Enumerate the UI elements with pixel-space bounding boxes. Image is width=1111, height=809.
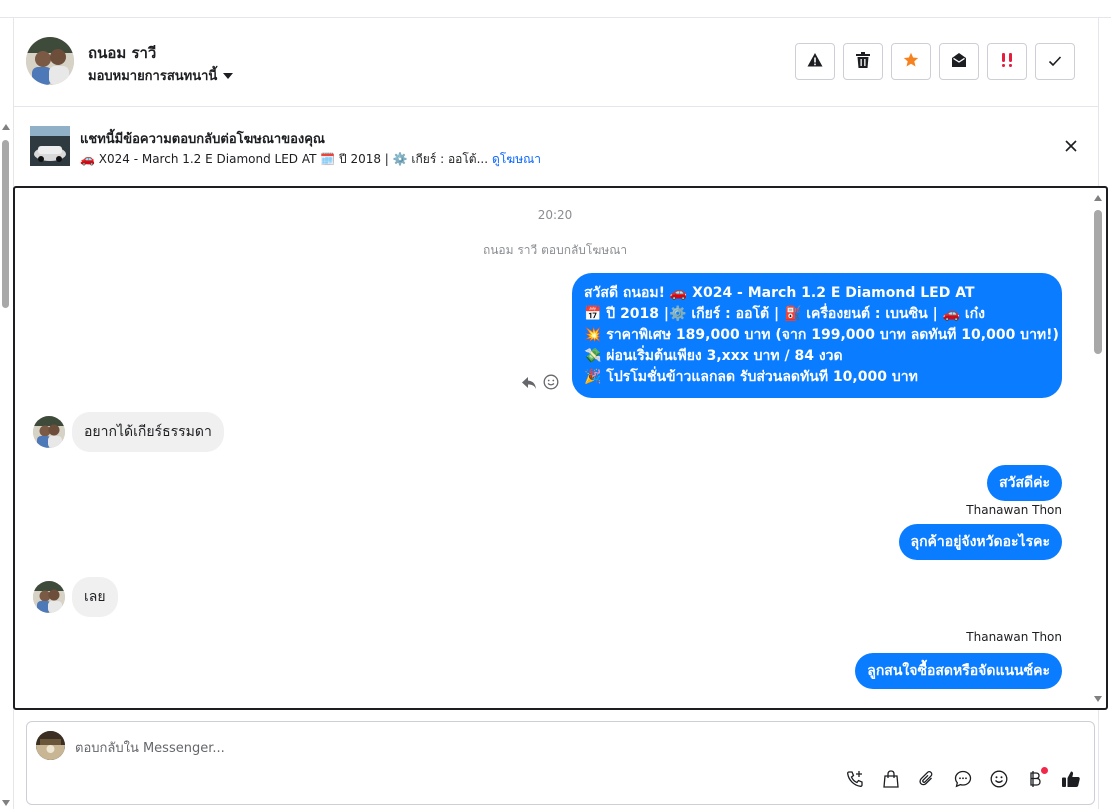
emoji-icon <box>990 770 1008 792</box>
reply-input[interactable]: ตอบกลับใน Messenger... <box>75 737 225 758</box>
baht-icon <box>1028 770 1042 792</box>
contact-avatar-small[interactable] <box>33 581 65 613</box>
follow-up-button[interactable] <box>987 43 1027 80</box>
shop-button[interactable] <box>880 770 902 792</box>
message-line: สวัสดี ถนอม! 🚗 X024 - March 1.2 E Diamon… <box>584 285 975 301</box>
conversation-actions <box>795 43 1075 80</box>
incoming-message[interactable]: เลย <box>72 577 118 617</box>
emoji-button[interactable] <box>988 770 1010 792</box>
scroll-down-arrow[interactable] <box>2 800 10 806</box>
incoming-message[interactable]: อยากได้เกียร์ธรรมดา <box>72 412 224 452</box>
page-avatar <box>36 731 65 760</box>
view-ad-link[interactable]: ดูโฆษณา <box>492 152 541 166</box>
thread-scrollbar[interactable] <box>1092 188 1104 708</box>
assign-conversation-dropdown[interactable]: มอบหมายการสนทนานี้ <box>88 65 234 86</box>
scroll-up-arrow[interactable] <box>2 124 10 130</box>
attach-button[interactable] <box>916 770 938 792</box>
ad-summary: 🚗 X024 - March 1.2 E Diamond LED AT 🗓️ ป… <box>80 152 489 166</box>
like-button[interactable] <box>1060 770 1082 792</box>
trash-icon <box>856 51 870 72</box>
ad-banner-subtitle: 🚗 X024 - March 1.2 E Diamond LED AT 🗓️ ป… <box>80 150 541 169</box>
warning-icon <box>807 52 823 72</box>
message-composer: ตอบกลับใน Messenger... <box>26 721 1095 805</box>
delete-button[interactable] <box>843 43 883 80</box>
contact-avatar-small[interactable] <box>33 416 65 448</box>
mark-unread-button[interactable] <box>939 43 979 80</box>
paperclip-icon <box>919 770 935 792</box>
contact-name: ถนอม ราวี <box>88 44 157 62</box>
mark-done-button[interactable] <box>1035 43 1075 80</box>
notification-dot <box>1041 767 1048 774</box>
scroll-up-arrow[interactable] <box>1094 195 1102 201</box>
emoji-react-icon[interactable] <box>543 374 559 394</box>
close-icon <box>1062 140 1080 159</box>
message-thread[interactable]: 20:20 ถนอม ราวี ตอบกลับโฆษณา สวัสดี ถนอม… <box>13 186 1108 710</box>
contact-avatar[interactable] <box>26 37 74 85</box>
spam-button[interactable] <box>795 43 835 80</box>
payment-button[interactable] <box>1024 767 1048 792</box>
outgoing-message[interactable]: ลูกสนใจซื้อสดหรือจัดแนนซ์คะ <box>855 653 1062 689</box>
message-line: 💥 ราคาพิเศษ 189,000 บาท (จาก 199,000 บาท… <box>584 327 1059 343</box>
message-line: 📅 ปี 2018 |⚙️ เกียร์ : ออโต้ | ⛽ เครื่อง… <box>584 306 985 322</box>
envelope-open-icon <box>951 52 967 72</box>
scroll-down-arrow[interactable] <box>1094 696 1102 702</box>
message-line: 🎉 โปรโมชั่นข้าวแลกลด รับส่วนลดทันที 10,0… <box>584 369 918 385</box>
ad-banner-title: แชทนี้มีข้อความตอบกลับต่อโฆษณาของคุณ <box>80 132 325 147</box>
scroll-thumb[interactable] <box>2 140 9 308</box>
message-line: 💸 ผ่อนเริ่มต้นเพียง 3,xxx บาท / 84 งวด <box>584 348 843 364</box>
call-add-button[interactable] <box>844 770 866 792</box>
message-actions <box>521 374 559 394</box>
scroll-thumb[interactable] <box>1094 210 1102 354</box>
ad-auto-reply-message[interactable]: สวัสดี ถนอม! 🚗 X024 - March 1.2 E Diamon… <box>572 273 1062 398</box>
outgoing-message[interactable]: สวัสดีค่ะ <box>987 465 1062 501</box>
page-scrollbar[interactable] <box>0 120 12 809</box>
thumbs-up-icon <box>1061 770 1081 792</box>
chat-bubble-icon <box>954 770 972 792</box>
message-timestamp: 20:20 <box>537 208 573 222</box>
reply-icon[interactable] <box>521 375 537 394</box>
sender-name: Thanawan Thon <box>966 503 1062 517</box>
caret-down-icon <box>223 72 234 79</box>
composer-toolbar <box>844 767 1082 792</box>
check-icon <box>1048 52 1062 71</box>
saved-replies-button[interactable] <box>952 770 974 792</box>
star-icon <box>903 52 919 72</box>
ad-thumbnail[interactable] <box>30 126 70 166</box>
ad-reply-banner: แชทนี้มีข้อความตอบกลับต่อโฆษณาของคุณ 🚗 X… <box>14 107 1098 186</box>
star-button[interactable] <box>891 43 931 80</box>
conversation-header: ถนอม ราวี มอบหมายการสนทนานี้ <box>14 18 1098 107</box>
system-note: ถนอม ราวี ตอบกลับโฆษณา <box>482 243 628 257</box>
top-strip <box>0 0 1111 18</box>
assign-label: มอบหมายการสนทนานี้ <box>88 69 218 84</box>
exclamation-icon <box>999 52 1015 72</box>
sender-name: Thanawan Thon <box>966 630 1062 644</box>
close-banner-button[interactable] <box>1062 137 1080 155</box>
outgoing-message[interactable]: ลุกค้าอยู่จังหวัดอะไรคะ <box>898 524 1062 560</box>
shopping-bag-icon <box>883 770 899 792</box>
call-add-icon <box>846 770 864 792</box>
